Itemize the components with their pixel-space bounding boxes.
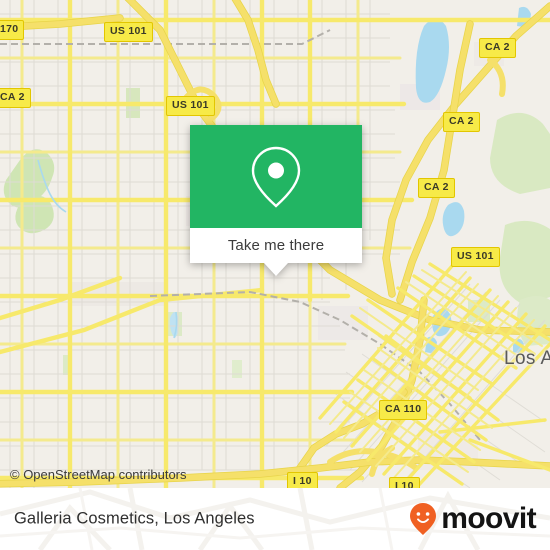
moovit-map-screenshot: .rd { stroke:#f4ea8d; fill:none; stroke-…: [0, 0, 550, 550]
map-canvas[interactable]: .rd { stroke:#f4ea8d; fill:none; stroke-…: [0, 0, 550, 488]
map-pin-icon: [251, 146, 301, 208]
highway-shield: US 101: [166, 96, 215, 116]
bottom-info-bar: Galleria Cosmetics, Los Angeles moovit: [0, 488, 550, 550]
city-label-los-angeles: Los A: [504, 348, 550, 369]
highway-shield: 170: [0, 20, 25, 40]
moovit-wordmark: moovit: [441, 502, 536, 535]
popup-footer[interactable]: Take me there: [190, 228, 362, 263]
highway-shield: CA 2: [0, 88, 31, 108]
highway-shield: I 10: [287, 472, 318, 488]
popup-tail-arrow: [264, 263, 288, 276]
popup-header: [190, 125, 362, 228]
highway-shield: CA 2: [443, 112, 480, 132]
place-name-label: Galleria Cosmetics, Los Angeles: [14, 509, 255, 528]
highway-shield: I 10: [389, 477, 420, 488]
moovit-logo[interactable]: moovit: [408, 502, 537, 536]
highway-shield: US 101: [451, 247, 500, 267]
take-me-there-label: Take me there: [227, 237, 325, 254]
highway-shield: CA 2: [418, 178, 455, 198]
highway-shield: CA 2: [479, 38, 516, 58]
moovit-pin-smiley-icon: [410, 503, 437, 535]
highway-shield: US 101: [104, 22, 153, 42]
osm-attribution[interactable]: © OpenStreetMap contributors: [10, 467, 187, 482]
highway-shield: CA 110: [379, 400, 428, 420]
location-popup[interactable]: Take me there: [190, 125, 362, 276]
